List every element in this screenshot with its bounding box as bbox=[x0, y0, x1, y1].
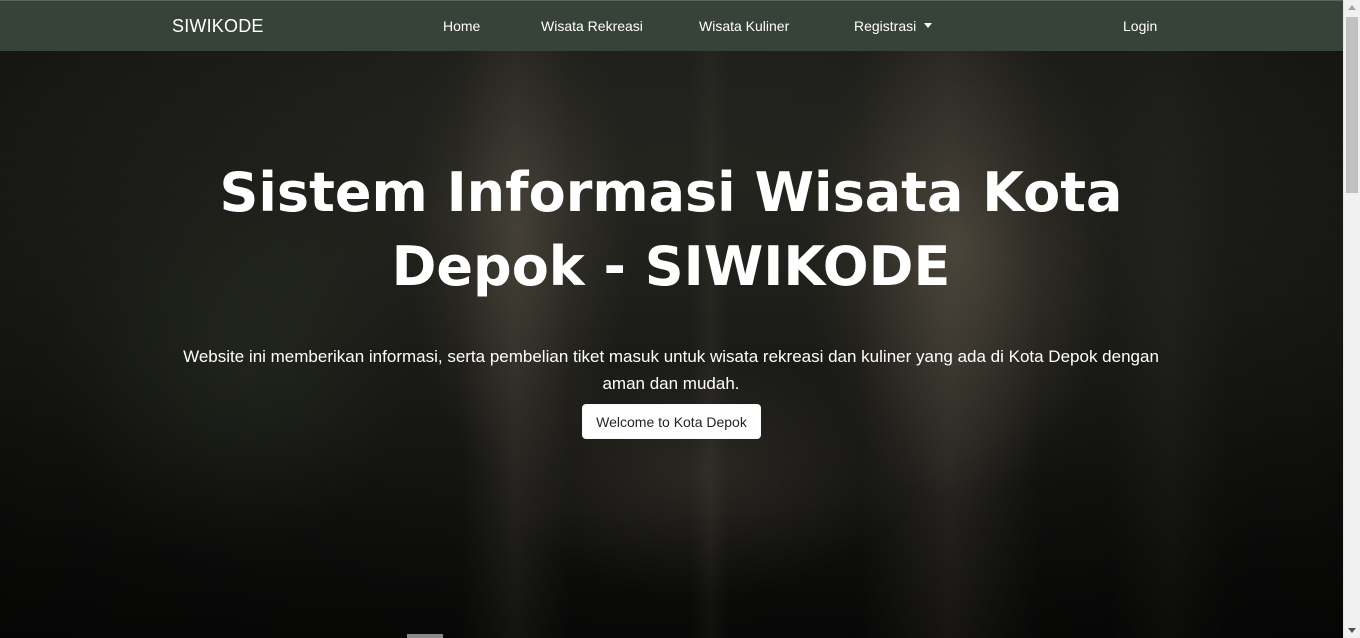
scroll-down-arrow-icon[interactable] bbox=[1348, 628, 1356, 633]
scrollbar-thumb[interactable] bbox=[1346, 17, 1358, 193]
hero-title: Sistem Informasi Wisata Kota Depok - SIW… bbox=[219, 161, 1123, 298]
scroll-up-arrow-icon[interactable] bbox=[1348, 5, 1356, 10]
welcome-button[interactable]: Welcome to Kota Depok bbox=[582, 404, 761, 439]
horizontal-scroll-indicator[interactable] bbox=[407, 634, 443, 638]
nav-login[interactable]: Login bbox=[1123, 18, 1157, 34]
caret-down-icon bbox=[924, 23, 933, 28]
nav-registrasi-label: Registrasi bbox=[854, 18, 917, 34]
vertical-scrollbar[interactable] bbox=[1343, 0, 1360, 638]
nav-home[interactable]: Home bbox=[443, 18, 480, 34]
nav-wisata-kuliner[interactable]: Wisata Kuliner bbox=[699, 18, 789, 34]
hero-section: Sistem Informasi Wisata Kota Depok - SIW… bbox=[0, 51, 1343, 638]
brand-link[interactable]: SIWIKODE bbox=[172, 16, 264, 37]
hero-description: Website ini memberikan informasi, serta … bbox=[183, 347, 1159, 393]
nav-registrasi-dropdown[interactable]: Registrasi bbox=[854, 18, 933, 34]
page: SIWIKODE Home Wisata Rekreasi Wisata Kul… bbox=[0, 0, 1343, 638]
navbar: SIWIKODE Home Wisata Rekreasi Wisata Kul… bbox=[0, 0, 1343, 51]
nav-wisata-rekreasi[interactable]: Wisata Rekreasi bbox=[541, 18, 643, 34]
